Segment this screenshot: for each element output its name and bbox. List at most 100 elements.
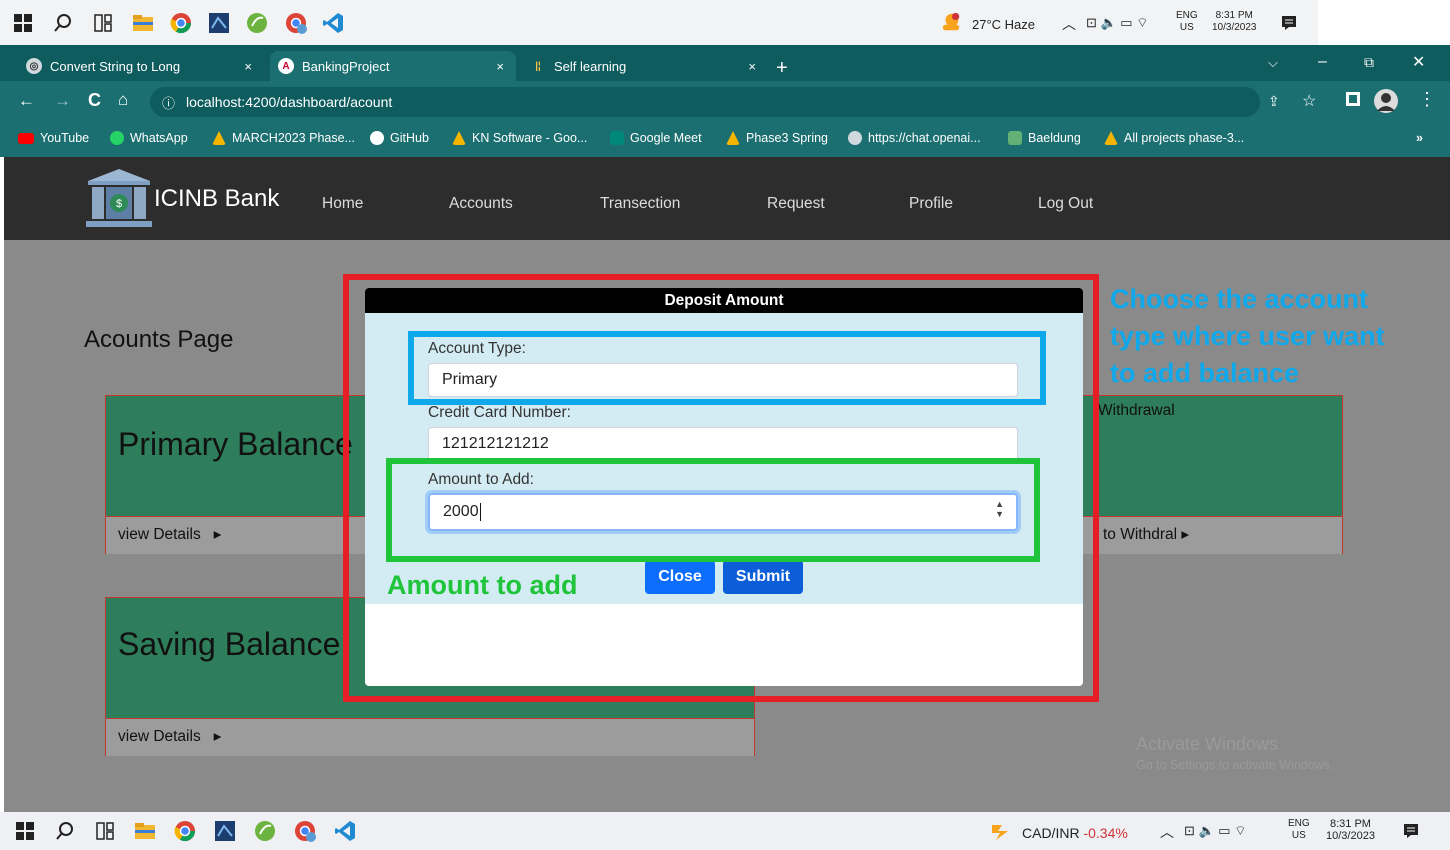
- language-indicator[interactable]: ENG US: [1176, 10, 1198, 34]
- notifications-icon[interactable]: [1278, 12, 1300, 34]
- windows-start-icon[interactable]: [14, 820, 36, 842]
- taskbar-top: 27°C Haze ︿ ⊡ 🔈 ▭ ⌔ ENG US 8:31 PM 10/3/20…: [0, 0, 1450, 45]
- bookmark-kn-software[interactable]: KN Software - Goo...: [452, 131, 587, 145]
- youtube-icon: [18, 132, 34, 144]
- close-icon[interactable]: ×: [748, 59, 756, 74]
- vscode-icon[interactable]: [322, 12, 344, 34]
- restore-icon[interactable]: ⧉: [1364, 54, 1374, 71]
- close-button[interactable]: Close: [645, 560, 715, 594]
- bookmark-march2023[interactable]: MARCH2023 Phase...: [212, 131, 355, 145]
- tray-icons[interactable]: ⊡ 🔈 ▭ ⌔: [1184, 823, 1246, 839]
- more-bookmarks-icon[interactable]: »: [1416, 131, 1423, 145]
- stock-ticker-icon[interactable]: [990, 820, 1012, 842]
- go-to-withdrawal-link[interactable]: to Withdral ▸: [1103, 525, 1189, 544]
- nav-transection[interactable]: Transection: [600, 195, 680, 213]
- forward-icon[interactable]: →: [54, 91, 71, 111]
- nav-home[interactable]: Home: [322, 195, 363, 213]
- weather-icon[interactable]: [940, 11, 962, 33]
- back-icon[interactable]: ←: [18, 91, 35, 111]
- bookmark-phase3-spring[interactable]: Phase3 Spring: [726, 131, 828, 145]
- tray-chevron-icon[interactable]: ︿: [1062, 14, 1076, 34]
- app-navbar: $ ICINB Bank Home Accounts Transection R…: [4, 157, 1450, 240]
- close-icon[interactable]: ×: [244, 59, 252, 74]
- bookmark-star-icon[interactable]: ☆: [1302, 91, 1316, 111]
- minimize-icon[interactable]: –: [1318, 53, 1327, 71]
- bookmark-label: https://chat.openai...: [868, 131, 981, 145]
- link-label: view Details: [118, 728, 201, 745]
- reload-icon[interactable]: C: [88, 90, 101, 111]
- view-details-link[interactable]: view Details ▸: [118, 525, 221, 544]
- bookmark-all-projects[interactable]: All projects phase-3...: [1104, 131, 1244, 145]
- spring-tool-icon[interactable]: [254, 820, 276, 842]
- drive-icon: [726, 131, 740, 145]
- credit-card-input[interactable]: 121212121212: [428, 427, 1018, 461]
- submit-button[interactable]: Submit: [723, 560, 803, 594]
- app-icon[interactable]: [214, 820, 236, 842]
- svg-text:$: $: [116, 198, 122, 210]
- bookmark-label: All projects phase-3...: [1124, 131, 1245, 145]
- nav-profile[interactable]: Profile: [909, 195, 953, 213]
- search-icon[interactable]: [52, 12, 74, 34]
- weather-text[interactable]: 27°C Haze: [972, 17, 1035, 32]
- bookmark-label: Phase3 Spring: [746, 131, 829, 145]
- url-bar[interactable]: ⓘ localhost:4200/dashboard/acount: [150, 87, 1260, 117]
- window-close-icon[interactable]: ✕: [1412, 52, 1425, 72]
- clock[interactable]: 8:31 PM 10/3/2023: [1212, 10, 1257, 34]
- tab-label: Convert String to Long: [50, 58, 181, 74]
- close-icon[interactable]: ×: [496, 59, 504, 74]
- view-details-link[interactable]: view Details ▸: [118, 727, 221, 746]
- windows-start-icon[interactable]: [12, 12, 34, 34]
- bookmark-youtube[interactable]: YouTube: [18, 131, 89, 145]
- task-view-icon[interactable]: [92, 12, 114, 34]
- home-icon[interactable]: ⌂: [118, 90, 128, 110]
- browser-toolbar: ← → C ⌂ ⓘ localhost:4200/dashboard/acoun…: [0, 81, 1450, 123]
- bookmark-google-meet[interactable]: Google Meet: [610, 131, 702, 145]
- avatar[interactable]: [1374, 89, 1398, 113]
- tray-chevron-icon[interactable]: ︿: [1160, 822, 1174, 842]
- spring-tool-icon[interactable]: [246, 12, 268, 34]
- task-view-icon[interactable]: [94, 820, 116, 842]
- stock-ticker[interactable]: CAD/INR -0.34%: [1022, 825, 1128, 841]
- tab-bankingproject[interactable]: A BankingProject ×: [270, 51, 516, 81]
- chrome-icon[interactable]: [174, 820, 196, 842]
- menu-kebab-icon[interactable]: ⋮: [1418, 89, 1436, 110]
- brand-name[interactable]: ICINB Bank: [154, 185, 279, 213]
- file-explorer-icon[interactable]: [132, 12, 154, 34]
- nav-logout[interactable]: Log Out: [1038, 195, 1093, 213]
- new-tab-button[interactable]: +: [776, 57, 788, 80]
- chrome-profile-icon[interactable]: [294, 820, 316, 842]
- tray-icons[interactable]: ⊡ 🔈 ▭ ⌔: [1086, 15, 1148, 31]
- info-icon[interactable]: ⓘ: [162, 93, 175, 112]
- openai-icon: [848, 131, 862, 145]
- language-indicator[interactable]: ENG US: [1288, 818, 1310, 842]
- bookmark-label: YouTube: [40, 131, 90, 145]
- file-explorer-icon[interactable]: [134, 820, 156, 842]
- app-icon[interactable]: [208, 12, 230, 34]
- bookmark-whatsapp[interactable]: WhatsApp: [110, 131, 188, 145]
- bookmark-github[interactable]: GitHub: [370, 131, 429, 145]
- search-icon[interactable]: [54, 820, 76, 842]
- clock[interactable]: 8:31 PM 10/3/2023: [1326, 818, 1375, 842]
- notifications-icon[interactable]: [1400, 820, 1422, 842]
- amount-highlight-green: [386, 458, 1040, 562]
- tab-search-icon[interactable]: ⌵: [1268, 55, 1278, 71]
- annotation-line: Choose the account: [1110, 284, 1369, 314]
- bookmark-label: Google Meet: [630, 131, 702, 145]
- browser-tabstrip: ◎ Convert String to Long × A BankingProj…: [0, 45, 1450, 81]
- nav-request[interactable]: Request: [767, 195, 825, 213]
- chrome-profile-icon[interactable]: [285, 12, 307, 34]
- share-icon[interactable]: ⇪: [1268, 93, 1280, 110]
- meet-icon: [610, 131, 624, 145]
- nav-accounts[interactable]: Accounts: [449, 195, 513, 213]
- sidepanel-icon[interactable]: [1346, 92, 1360, 106]
- bookmark-baeldung[interactable]: Baeldung: [1008, 131, 1081, 145]
- tab-convert-string[interactable]: ◎ Convert String to Long ×: [18, 51, 264, 81]
- taskbar-blank: [1318, 0, 1450, 45]
- bookmark-chat-openai[interactable]: https://chat.openai...: [848, 131, 981, 145]
- bank-logo-icon[interactable]: $: [86, 167, 152, 229]
- card-title: Withdrawal: [1098, 402, 1175, 419]
- openai-favicon: ◎: [26, 58, 42, 74]
- chrome-icon[interactable]: [170, 12, 192, 34]
- tab-self-learning[interactable]: |¦ Self learning ×: [522, 51, 768, 81]
- vscode-icon[interactable]: [334, 820, 356, 842]
